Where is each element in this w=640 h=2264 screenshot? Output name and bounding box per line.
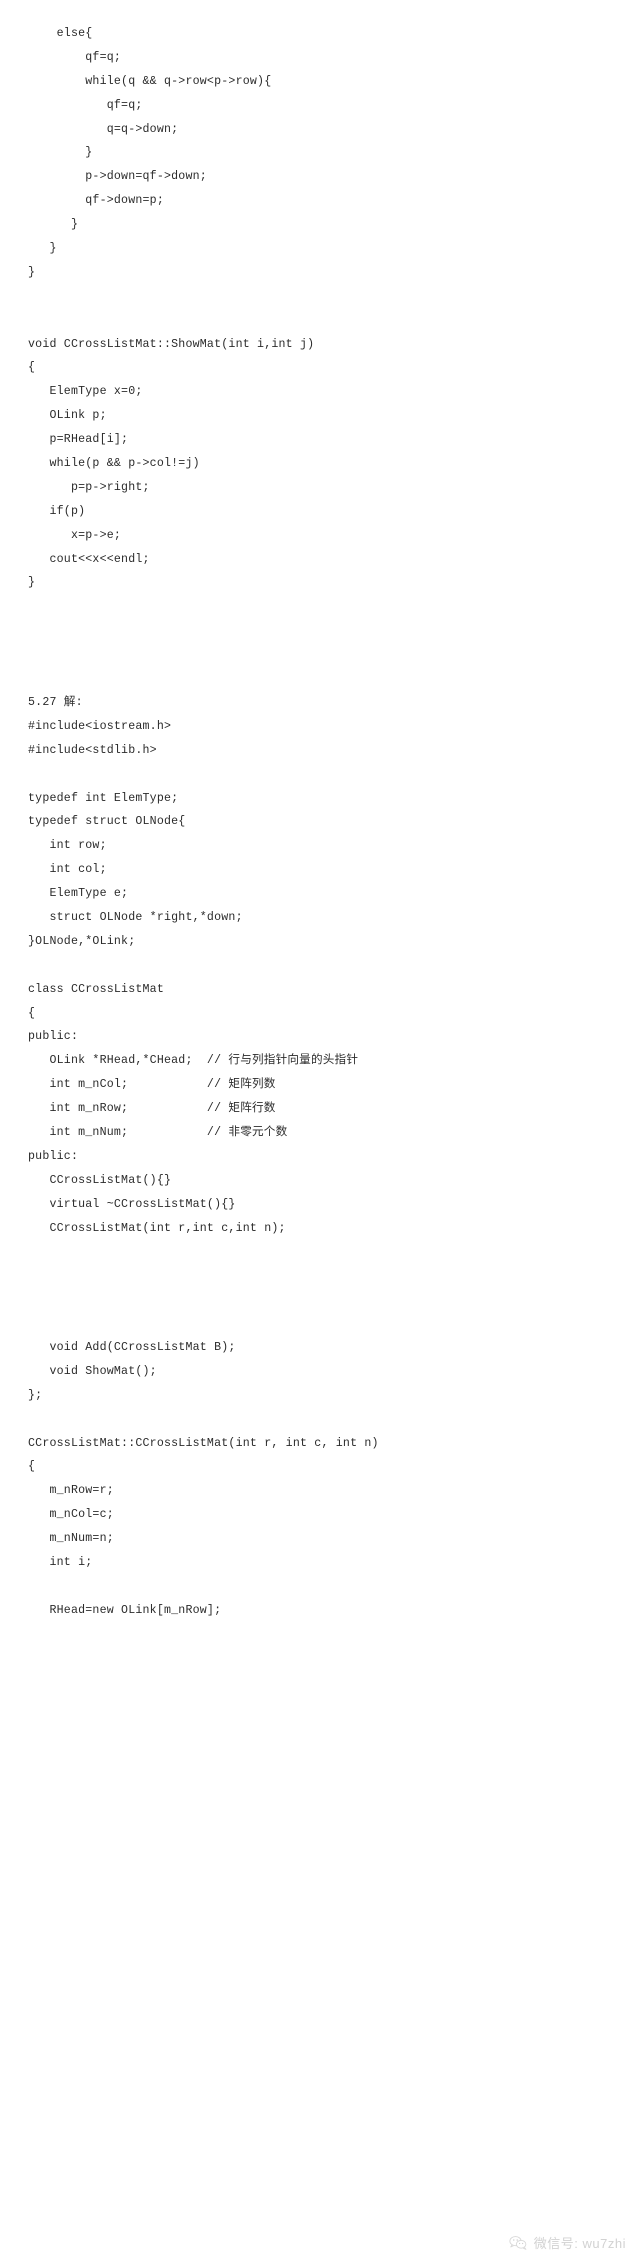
code-line: cout<<x<<endl; [28, 552, 150, 566]
code-line: else{ [28, 27, 93, 40]
code-line: void ShowMat(); [28, 1364, 157, 1378]
code-line: struct OLNode *right,*down; [28, 910, 243, 924]
code-line: int m_nNum; // 非零元个数 [28, 1125, 288, 1139]
code-line: m_nNum=n; [28, 1532, 114, 1546]
code-line: x=p->e; [28, 528, 122, 542]
code-line: } [28, 218, 79, 232]
code-line: int i; [28, 1556, 93, 1569]
code-line: qf=q; [28, 50, 122, 64]
code-line: } [28, 265, 36, 279]
code-line: OLink *RHead,*CHead; // 行与列指针向量的头指针 [28, 1054, 359, 1068]
code-line: CCrossListMat(int r,int c,int n); [28, 1221, 286, 1235]
code-line: typedef int ElemType; [28, 791, 179, 805]
code-line: class CCrossListMat [28, 982, 164, 996]
code-line: int m_nCol; // 矩阵列数 [28, 1078, 276, 1092]
code-line: } [28, 576, 36, 590]
code-line: q=q->down; [28, 122, 179, 136]
document-page: else{ qf=q; while(q && q->row<p->row){ q… [0, 0, 640, 2264]
code-line: p->down=qf->down; [28, 170, 207, 184]
code-line: { [28, 361, 36, 375]
wechat-icon [509, 2235, 528, 2251]
code-line: int row; [28, 839, 107, 853]
code-line: CCrossListMat(){} [28, 1173, 172, 1187]
code-line: m_nCol=c; [28, 1508, 114, 1522]
code-line: ElemType x=0; [28, 385, 143, 399]
code-line: } [28, 242, 57, 256]
code-line: }OLNode,*OLink; [28, 934, 136, 948]
code-line: } [28, 146, 93, 160]
code-line: CCrossListMat::CCrossListMat(int r, int … [28, 1436, 379, 1450]
code-line: if(p) [28, 504, 86, 518]
code-line: int m_nRow; // 矩阵行数 [28, 1102, 276, 1116]
code-line: void Add(CCrossListMat B); [28, 1340, 236, 1354]
code-line: while(q && q->row<p->row){ [28, 74, 272, 88]
code-line: qf=q; [28, 98, 143, 112]
code-line: p=p->right; [28, 480, 150, 494]
code-line: ElemType e; [28, 887, 129, 901]
code-line: 5.27 解: [28, 695, 83, 709]
code-line: }; [28, 1388, 43, 1402]
watermark-text: 微信号: wu7zhi [533, 2236, 626, 2251]
code-line: #include<stdlib.h> [28, 743, 157, 757]
code-line: { [28, 1460, 36, 1474]
code-line: virtual ~CCrossListMat(){} [28, 1197, 236, 1211]
code-listing: else{ qf=q; while(q && q->row<p->row){ q… [0, 0, 640, 1623]
code-line: void CCrossListMat::ShowMat(int i,int j) [28, 337, 315, 351]
code-line: { [28, 1006, 36, 1020]
code-line: OLink p; [28, 409, 107, 423]
code-line: public: [28, 1149, 79, 1163]
code-line: p=RHead[i]; [28, 433, 129, 447]
watermark: 微信号: wu7zhi [509, 2233, 626, 2252]
code-line: RHead=new OLink[m_nRow]; [28, 1603, 222, 1617]
code-line: m_nRow=r; [28, 1484, 114, 1498]
code-line: public: [28, 1030, 79, 1044]
code-line: #include<iostream.h> [28, 719, 172, 733]
code-line: int col; [28, 863, 107, 877]
code-line: while(p && p->col!=j) [28, 457, 200, 471]
code-line: qf->down=p; [28, 194, 164, 208]
code-line: typedef struct OLNode{ [28, 815, 186, 829]
